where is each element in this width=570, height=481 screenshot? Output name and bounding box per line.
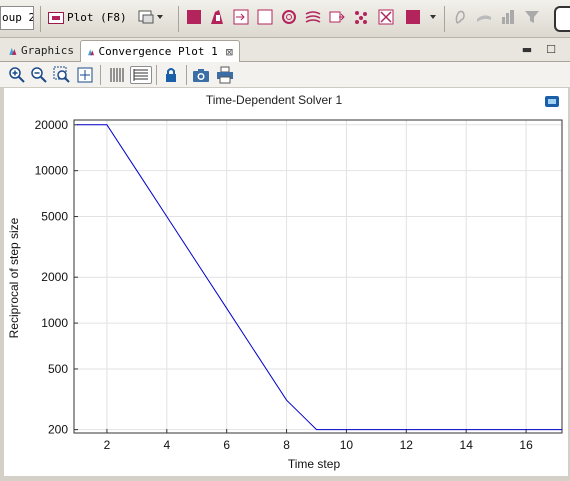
tab-label: Graphics xyxy=(21,44,74,57)
toolbar-separator xyxy=(40,6,41,32)
grid-icon xyxy=(133,69,148,81)
toolbar-separator xyxy=(100,65,101,85)
tube-icon[interactable] xyxy=(476,9,492,25)
isosurface-icon[interactable] xyxy=(281,9,297,25)
status-strip xyxy=(0,476,570,481)
plot-button-label: Plot (F8) xyxy=(67,11,127,24)
toolbar-separator xyxy=(186,65,187,85)
convergence-plot-canvas[interactable]: Time-Dependent Solver 1 2 4 6 8 10 12 14 16 200… xyxy=(4,88,568,476)
x-tick-label: 16 xyxy=(519,438,533,452)
tab-bar: Graphics Convergence Plot 1 ⊠ ▬ ☐ xyxy=(0,38,570,62)
y-axis-label: Reciprocal of step size xyxy=(7,217,21,338)
grid-button[interactable] xyxy=(130,66,152,84)
plot-tab-icon xyxy=(88,48,95,55)
plot-frame xyxy=(73,119,563,434)
x-tick-label: 10 xyxy=(340,438,354,452)
toolbar-separator xyxy=(178,6,179,32)
y-axis: 200 500 1000 2000 5000 10000 20000 xyxy=(35,118,78,437)
x-tick-label: 4 xyxy=(163,438,170,452)
window-layout-icon[interactable] xyxy=(138,9,154,25)
x-axis: 2 4 6 8 10 12 14 16 xyxy=(104,429,533,452)
tab-convergence-plot[interactable]: Convergence Plot 1 ⊠ xyxy=(80,40,240,62)
main-toolbar: oup 2 Plot (F8) xyxy=(0,0,570,38)
deformation-icon[interactable] xyxy=(329,9,345,25)
y-tick-label: 2000 xyxy=(41,270,68,284)
lock-icon[interactable] xyxy=(162,66,180,84)
chevron-down-icon[interactable] xyxy=(430,15,436,19)
x-tick-label: 12 xyxy=(400,438,414,452)
arrow-plot-icon[interactable] xyxy=(233,9,249,25)
x-tick-label: 8 xyxy=(283,438,290,452)
streamline-icon[interactable] xyxy=(305,9,321,25)
tab-label: Convergence Plot 1 xyxy=(98,44,218,58)
tab-graphics[interactable]: Graphics xyxy=(2,40,80,62)
toolbar-separator xyxy=(444,6,445,32)
graphics-icon xyxy=(9,47,17,55)
camera-icon[interactable] xyxy=(192,66,210,84)
x-axis-label: Time step xyxy=(288,457,341,471)
x-tick-label: 14 xyxy=(460,438,474,452)
volume-plot-icon[interactable] xyxy=(209,9,225,25)
particle-tracing-icon[interactable] xyxy=(353,9,369,25)
y-tick-label: 500 xyxy=(48,362,68,376)
stacked-bars-icon[interactable] xyxy=(500,9,516,25)
slice-plot-icon[interactable] xyxy=(257,9,273,25)
x-tick-label: 2 xyxy=(104,438,111,452)
filter-icon[interactable] xyxy=(524,9,540,25)
minimize-icon[interactable]: ▬ xyxy=(522,43,532,56)
toolbar-separator xyxy=(156,65,157,85)
max-min-icon[interactable] xyxy=(378,9,394,25)
group-selector[interactable]: oup 2 xyxy=(0,6,34,30)
zoom-box-icon[interactable] xyxy=(53,66,71,84)
y-tick-label: 200 xyxy=(48,423,68,437)
x-tick-label: 6 xyxy=(223,438,230,452)
chart-title: Time-Dependent Solver 1 xyxy=(206,93,343,107)
y-tick-label: 5000 xyxy=(41,210,68,224)
ear-icon[interactable] xyxy=(452,9,468,25)
zoom-out-icon[interactable] xyxy=(30,66,48,84)
y-tick-label: 1000 xyxy=(41,316,68,330)
y-tick-label: 20000 xyxy=(35,118,69,132)
maximize-icon[interactable]: ☐ xyxy=(546,43,556,56)
zoom-in-icon[interactable] xyxy=(8,66,26,84)
convergence-chart: Time-Dependent Solver 1 2 4 6 8 10 12 14 16 200… xyxy=(7,93,563,471)
zoom-extents-icon[interactable] xyxy=(76,66,94,84)
legend-icon[interactable] xyxy=(108,66,126,84)
close-icon[interactable]: ⊠ xyxy=(226,42,233,62)
plot-toolbar xyxy=(0,62,570,88)
plot-button[interactable]: Plot (F8) xyxy=(48,8,127,28)
plot-icon xyxy=(48,12,64,24)
chart-grid xyxy=(74,120,562,433)
export-icon[interactable] xyxy=(545,96,559,107)
more-plots-icon[interactable] xyxy=(405,9,421,25)
window-controls: ▬ ☐ xyxy=(522,43,556,56)
y-tick-label: 10000 xyxy=(35,164,69,178)
surface-plot-icon[interactable] xyxy=(186,9,202,25)
chevron-down-icon[interactable] xyxy=(157,15,163,19)
print-icon[interactable] xyxy=(216,66,234,84)
help-button[interactable] xyxy=(554,6,570,32)
